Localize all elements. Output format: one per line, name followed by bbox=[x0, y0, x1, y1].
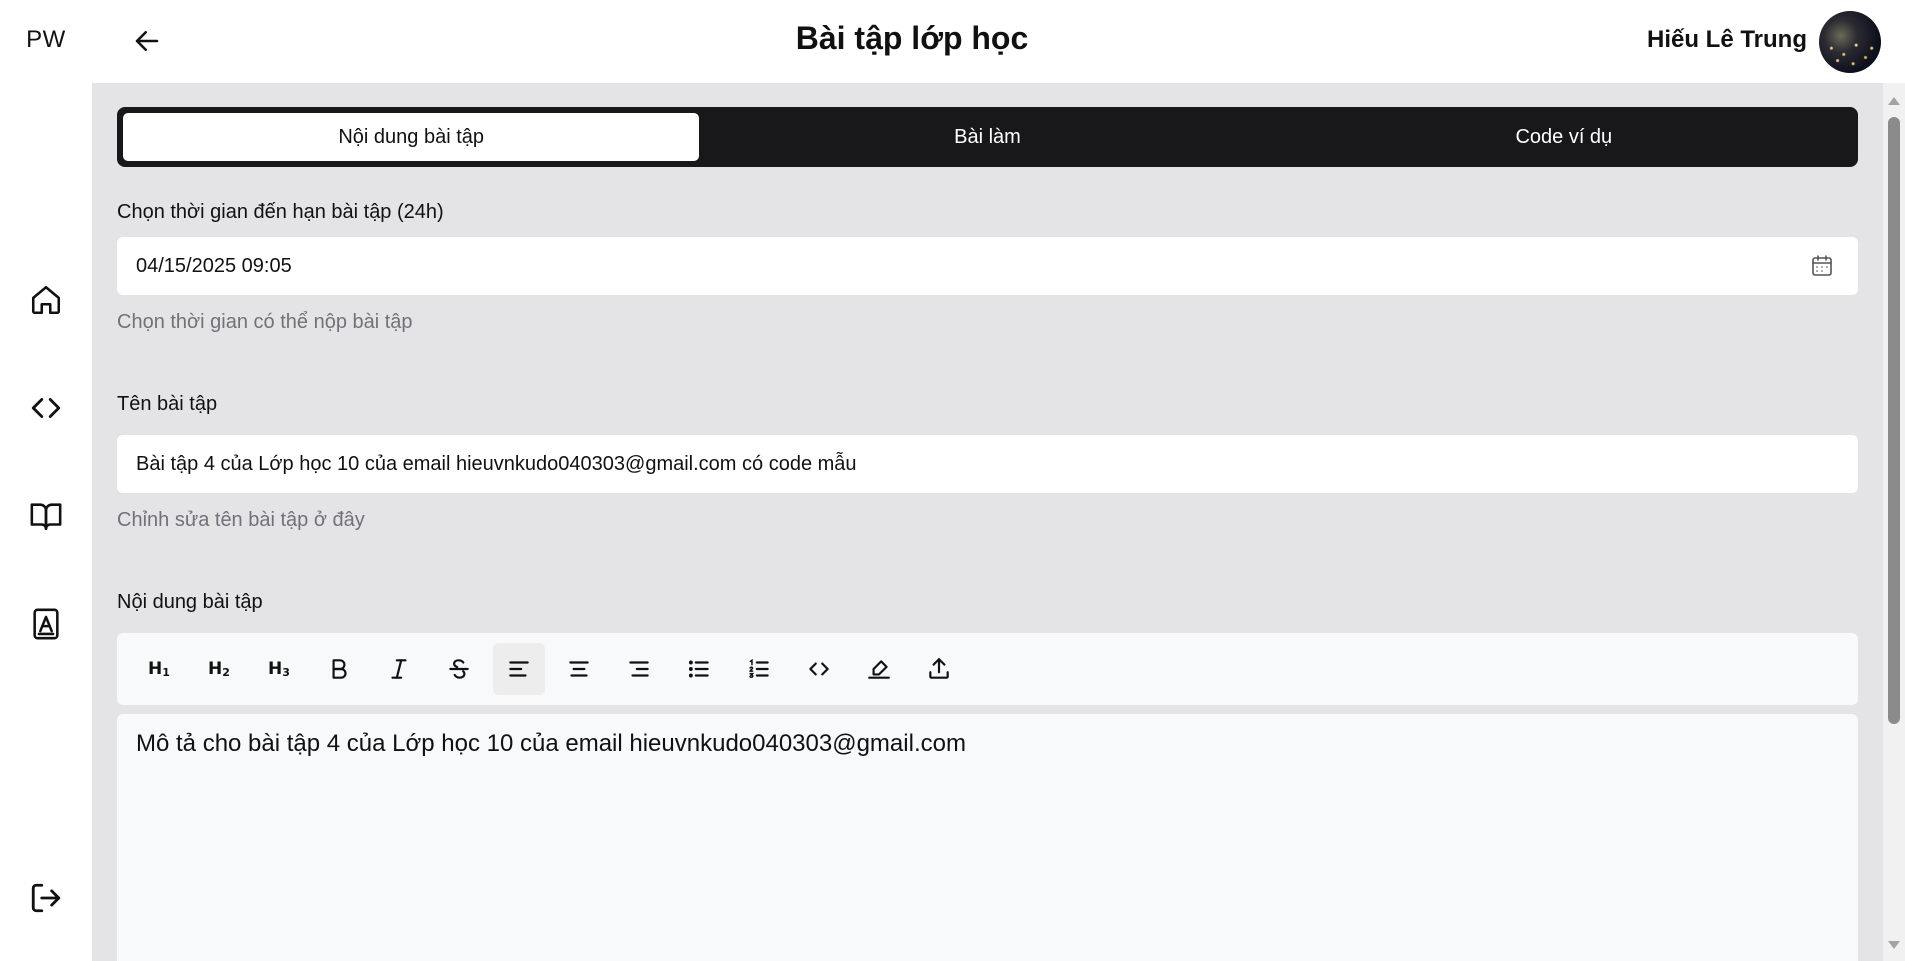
heading-1-icon: H1 bbox=[148, 659, 170, 679]
app-root: PW Bài tập lớp học Hiếu Lê Trung Nội dun… bbox=[0, 0, 1905, 961]
bold-button[interactable] bbox=[313, 643, 365, 695]
page-scrollbar[interactable] bbox=[1883, 83, 1905, 961]
code-block-button[interactable] bbox=[793, 643, 845, 695]
bullet-list-icon bbox=[688, 660, 709, 678]
calendar-icon[interactable] bbox=[1810, 254, 1834, 278]
align-right-button[interactable] bbox=[613, 643, 665, 695]
content-label: Nội dung bài tập bbox=[117, 591, 263, 613]
code-icon bbox=[31, 398, 61, 418]
user-name[interactable]: Hiếu Lê Trung bbox=[1647, 26, 1807, 54]
strikethrough-icon bbox=[449, 659, 469, 679]
deadline-value: 04/15/2025 09:05 bbox=[136, 254, 292, 277]
tab-example-code[interactable]: Code ví dụ bbox=[1276, 113, 1852, 161]
italic-icon bbox=[391, 659, 407, 679]
tab-submissions[interactable]: Bài làm bbox=[699, 113, 1275, 161]
name-value: Bài tập 4 của Lớp học 10 của email hieuv… bbox=[136, 452, 857, 475]
upload-icon bbox=[929, 658, 949, 679]
heading-2-button[interactable]: H2 bbox=[193, 643, 245, 695]
align-left-button[interactable] bbox=[493, 643, 545, 695]
code-icon bbox=[809, 662, 829, 676]
deadline-label: Chọn thời gian đến hạn bài tập (24h) bbox=[117, 201, 444, 223]
deadline-input[interactable]: 04/15/2025 09:05 bbox=[117, 237, 1858, 295]
home-icon bbox=[31, 285, 61, 315]
highlighter-icon bbox=[868, 660, 890, 679]
scroll-down-arrow-icon[interactable] bbox=[1888, 941, 1900, 949]
scroll-up-arrow-icon[interactable] bbox=[1888, 97, 1900, 105]
strikethrough-button[interactable] bbox=[433, 643, 485, 695]
editor-toolbar: H1 H2 H3 bbox=[117, 633, 1858, 705]
sidebar-item-contacts[interactable] bbox=[24, 602, 68, 646]
sidebar: PW bbox=[0, 0, 92, 961]
editor-text: Mô tả cho bài tập 4 của Lớp học 10 của e… bbox=[136, 730, 966, 757]
avatar[interactable] bbox=[1819, 11, 1881, 73]
heading-1-button[interactable]: H1 bbox=[133, 643, 185, 695]
scroll-thumb[interactable] bbox=[1888, 117, 1900, 724]
tab-bar: Nội dung bài tập Bài làm Code ví dụ bbox=[117, 107, 1858, 167]
sidebar-item-home[interactable] bbox=[24, 278, 68, 322]
tab-content[interactable]: Nội dung bài tập bbox=[123, 113, 700, 161]
logout-button[interactable] bbox=[24, 876, 68, 920]
page-title: Bài tập lớp học bbox=[795, 20, 1029, 56]
heading-3-button[interactable]: H3 bbox=[253, 643, 305, 695]
align-center-icon bbox=[569, 661, 589, 677]
logout-icon bbox=[31, 883, 61, 913]
header: Bài tập lớp học Hiếu Lê Trung bbox=[92, 0, 1905, 83]
upload-button[interactable] bbox=[913, 643, 965, 695]
book-open-icon bbox=[30, 503, 62, 531]
name-input[interactable]: Bài tập 4 của Lớp học 10 của email hieuv… bbox=[117, 435, 1858, 493]
name-label: Tên bài tập bbox=[117, 393, 218, 415]
heading-2-icon: H2 bbox=[208, 659, 230, 679]
italic-button[interactable] bbox=[373, 643, 425, 695]
ordered-list-button[interactable] bbox=[733, 643, 785, 695]
align-left-icon bbox=[509, 661, 529, 677]
deadline-hint: Chọn thời gian có thể nộp bài tập bbox=[117, 311, 413, 333]
ordered-list-icon bbox=[749, 658, 769, 678]
highlight-button[interactable] bbox=[853, 643, 905, 695]
sidebar-item-code[interactable] bbox=[24, 386, 68, 430]
align-right-icon bbox=[629, 661, 649, 677]
bold-icon bbox=[332, 659, 347, 679]
heading-3-icon: H3 bbox=[268, 659, 290, 679]
sidebar-item-library[interactable] bbox=[24, 494, 68, 538]
name-hint: Chỉnh sửa tên bài tập ở đây bbox=[117, 509, 365, 531]
content-editor[interactable]: Mô tả cho bài tập 4 của Lớp học 10 của e… bbox=[117, 714, 1858, 961]
contact-book-icon bbox=[33, 608, 59, 640]
bullet-list-button[interactable] bbox=[673, 643, 725, 695]
main-content: Nội dung bài tập Bài làm Code ví dụ Chọn… bbox=[92, 83, 1883, 961]
align-center-button[interactable] bbox=[553, 643, 605, 695]
app-logo[interactable]: PW bbox=[0, 26, 92, 54]
